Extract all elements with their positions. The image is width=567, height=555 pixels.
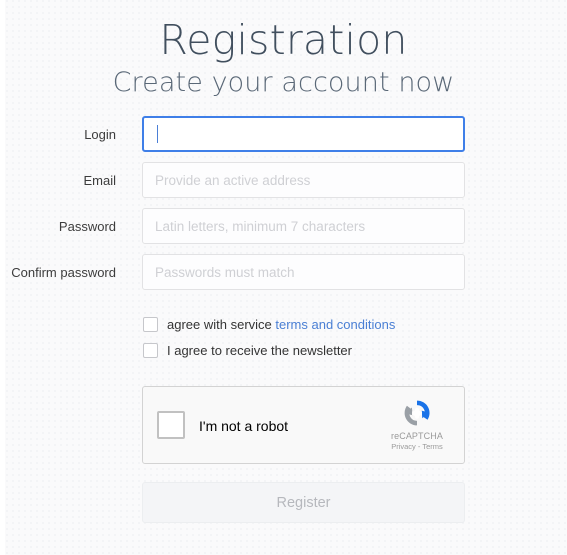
registration-page: Registration Create your account now Log…: [0, 0, 567, 555]
register-button[interactable]: Register: [142, 482, 465, 523]
password-input[interactable]: [142, 208, 465, 244]
recaptcha-branding: reCAPTCHA Privacy - Terms: [379, 396, 455, 452]
recaptcha-logo-icon: [379, 396, 455, 429]
label-password: Password: [58, 219, 116, 234]
field-row-password: Password: [0, 208, 567, 254]
page-header: Registration Create your account now: [0, 0, 567, 99]
recaptcha-checkbox[interactable]: [157, 411, 185, 439]
registration-form: Login Email Password Confirm password: [0, 116, 567, 300]
recaptcha-label: I'm not a robot: [199, 418, 289, 434]
terms-checkbox-label: agree with service terms and conditions: [167, 317, 395, 333]
terms-text-prefix: agree with service: [167, 317, 276, 332]
consent-row-newsletter: I agree to receive the newsletter: [0, 340, 567, 366]
consent-row-terms: agree with service terms and conditions: [0, 314, 567, 340]
newsletter-checkbox-label: I agree to receive the newsletter: [167, 343, 352, 358]
field-row-login: Login: [0, 116, 567, 162]
consent-checkbox-group: agree with service terms and conditions …: [0, 314, 567, 366]
login-input[interactable]: [142, 116, 465, 152]
recaptcha-privacy-terms[interactable]: Privacy - Terms: [379, 442, 455, 452]
label-email: Email: [83, 173, 116, 188]
recaptcha-widget[interactable]: I'm not a robot reCAPTCHA Privacy - Term…: [142, 386, 465, 464]
terms-and-conditions-link[interactable]: terms and conditions: [275, 317, 395, 332]
newsletter-checkbox[interactable]: [143, 343, 158, 358]
recaptcha-brand-name: reCAPTCHA: [391, 431, 443, 441]
page-title: Registration: [159, 16, 408, 64]
field-row-email: Email: [0, 162, 567, 208]
email-input[interactable]: [142, 162, 465, 198]
label-confirm-password: Confirm password: [11, 265, 116, 280]
terms-checkbox[interactable]: [143, 317, 158, 332]
field-row-confirm-password: Confirm password: [0, 254, 567, 300]
text-caret: [157, 125, 158, 143]
page-subtitle: Create your account now: [112, 67, 455, 98]
confirm-password-input[interactable]: [142, 254, 465, 290]
label-login: Login: [84, 127, 116, 142]
